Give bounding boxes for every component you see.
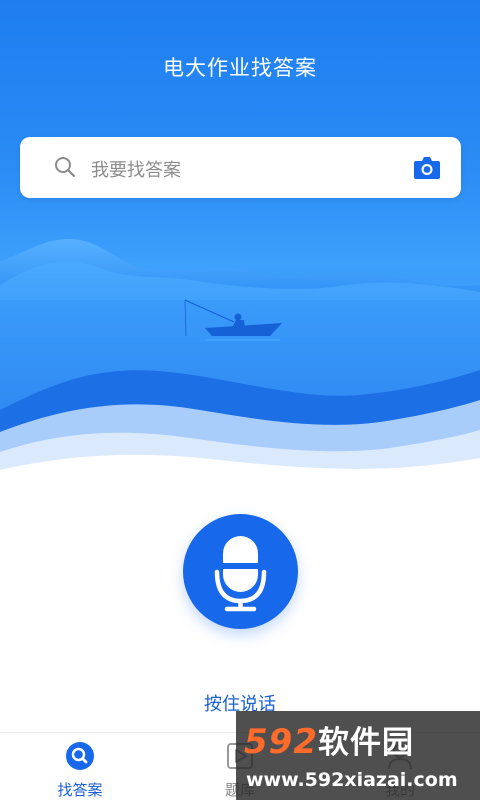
watermark-url: www.592xiazai.com: [246, 769, 458, 791]
tab-find-answer[interactable]: 找答案: [0, 733, 160, 800]
search-icon: [55, 157, 76, 178]
search-input[interactable]: 我要找答案: [91, 156, 181, 182]
tab-label: 找答案: [57, 781, 103, 799]
watermark-brand-text: 软件园: [317, 725, 414, 761]
hero-banner: 电大作业找答案 我要找答案: [0, 0, 480, 480]
microphone-icon: [214, 536, 267, 612]
watermark-brand-digits: 592: [244, 722, 318, 762]
watermark-brand: 592软件园: [244, 717, 414, 762]
voice-button[interactable]: [183, 514, 298, 629]
search-icon: [66, 742, 94, 770]
site-watermark: 592软件园 www.592xiazai.com: [236, 711, 480, 800]
camera-icon[interactable]: [413, 154, 441, 180]
search-bar[interactable]: 我要找答案: [20, 137, 461, 198]
page-title: 电大作业找答案: [163, 56, 317, 80]
